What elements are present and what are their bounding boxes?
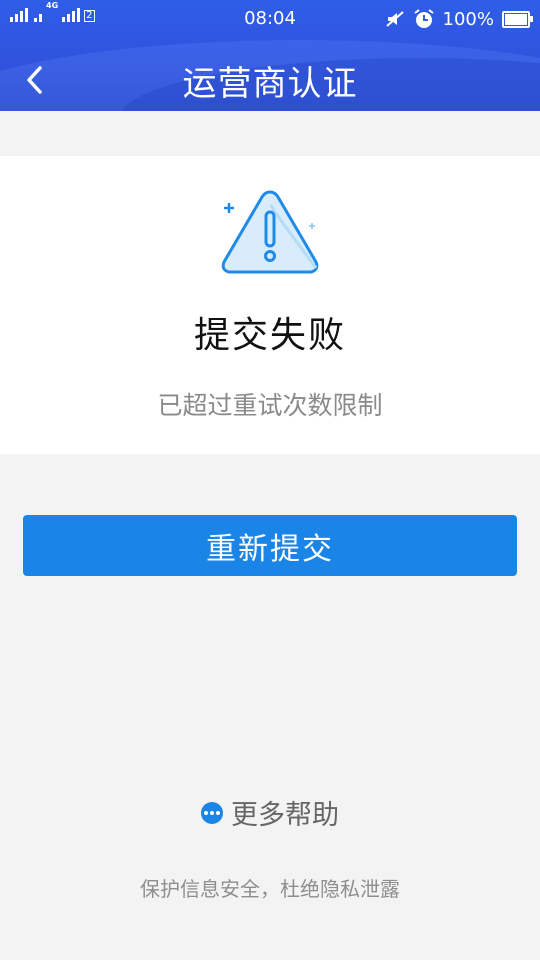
battery-icon: [502, 10, 533, 28]
more-help-link[interactable]: 更多帮助: [0, 793, 540, 832]
resubmit-button[interactable]: 重新提交: [23, 515, 517, 576]
result-card: 提交失败 已超过重试次数限制: [0, 156, 540, 454]
alarm-clock-icon: [413, 9, 434, 28]
warning-triangle-icon: [221, 190, 319, 274]
more-dots-icon: [201, 801, 223, 824]
privacy-note: 保护信息安全，杜绝隐私泄露: [140, 877, 400, 901]
app-header: 4G 2 08:04 100% 运营商认证: [0, 0, 540, 111]
status-icons: 100%: [385, 8, 533, 30]
more-help-label: 更多帮助: [231, 800, 339, 831]
battery-percent: 100%: [442, 8, 494, 30]
status-bar: 4G 2 08:04 100%: [0, 0, 540, 38]
mute-icon: [385, 11, 404, 27]
result-description: 已超过重试次数限制: [157, 391, 383, 420]
page-title: 运营商认证: [182, 64, 358, 104]
result-title: 提交失败: [193, 315, 346, 356]
